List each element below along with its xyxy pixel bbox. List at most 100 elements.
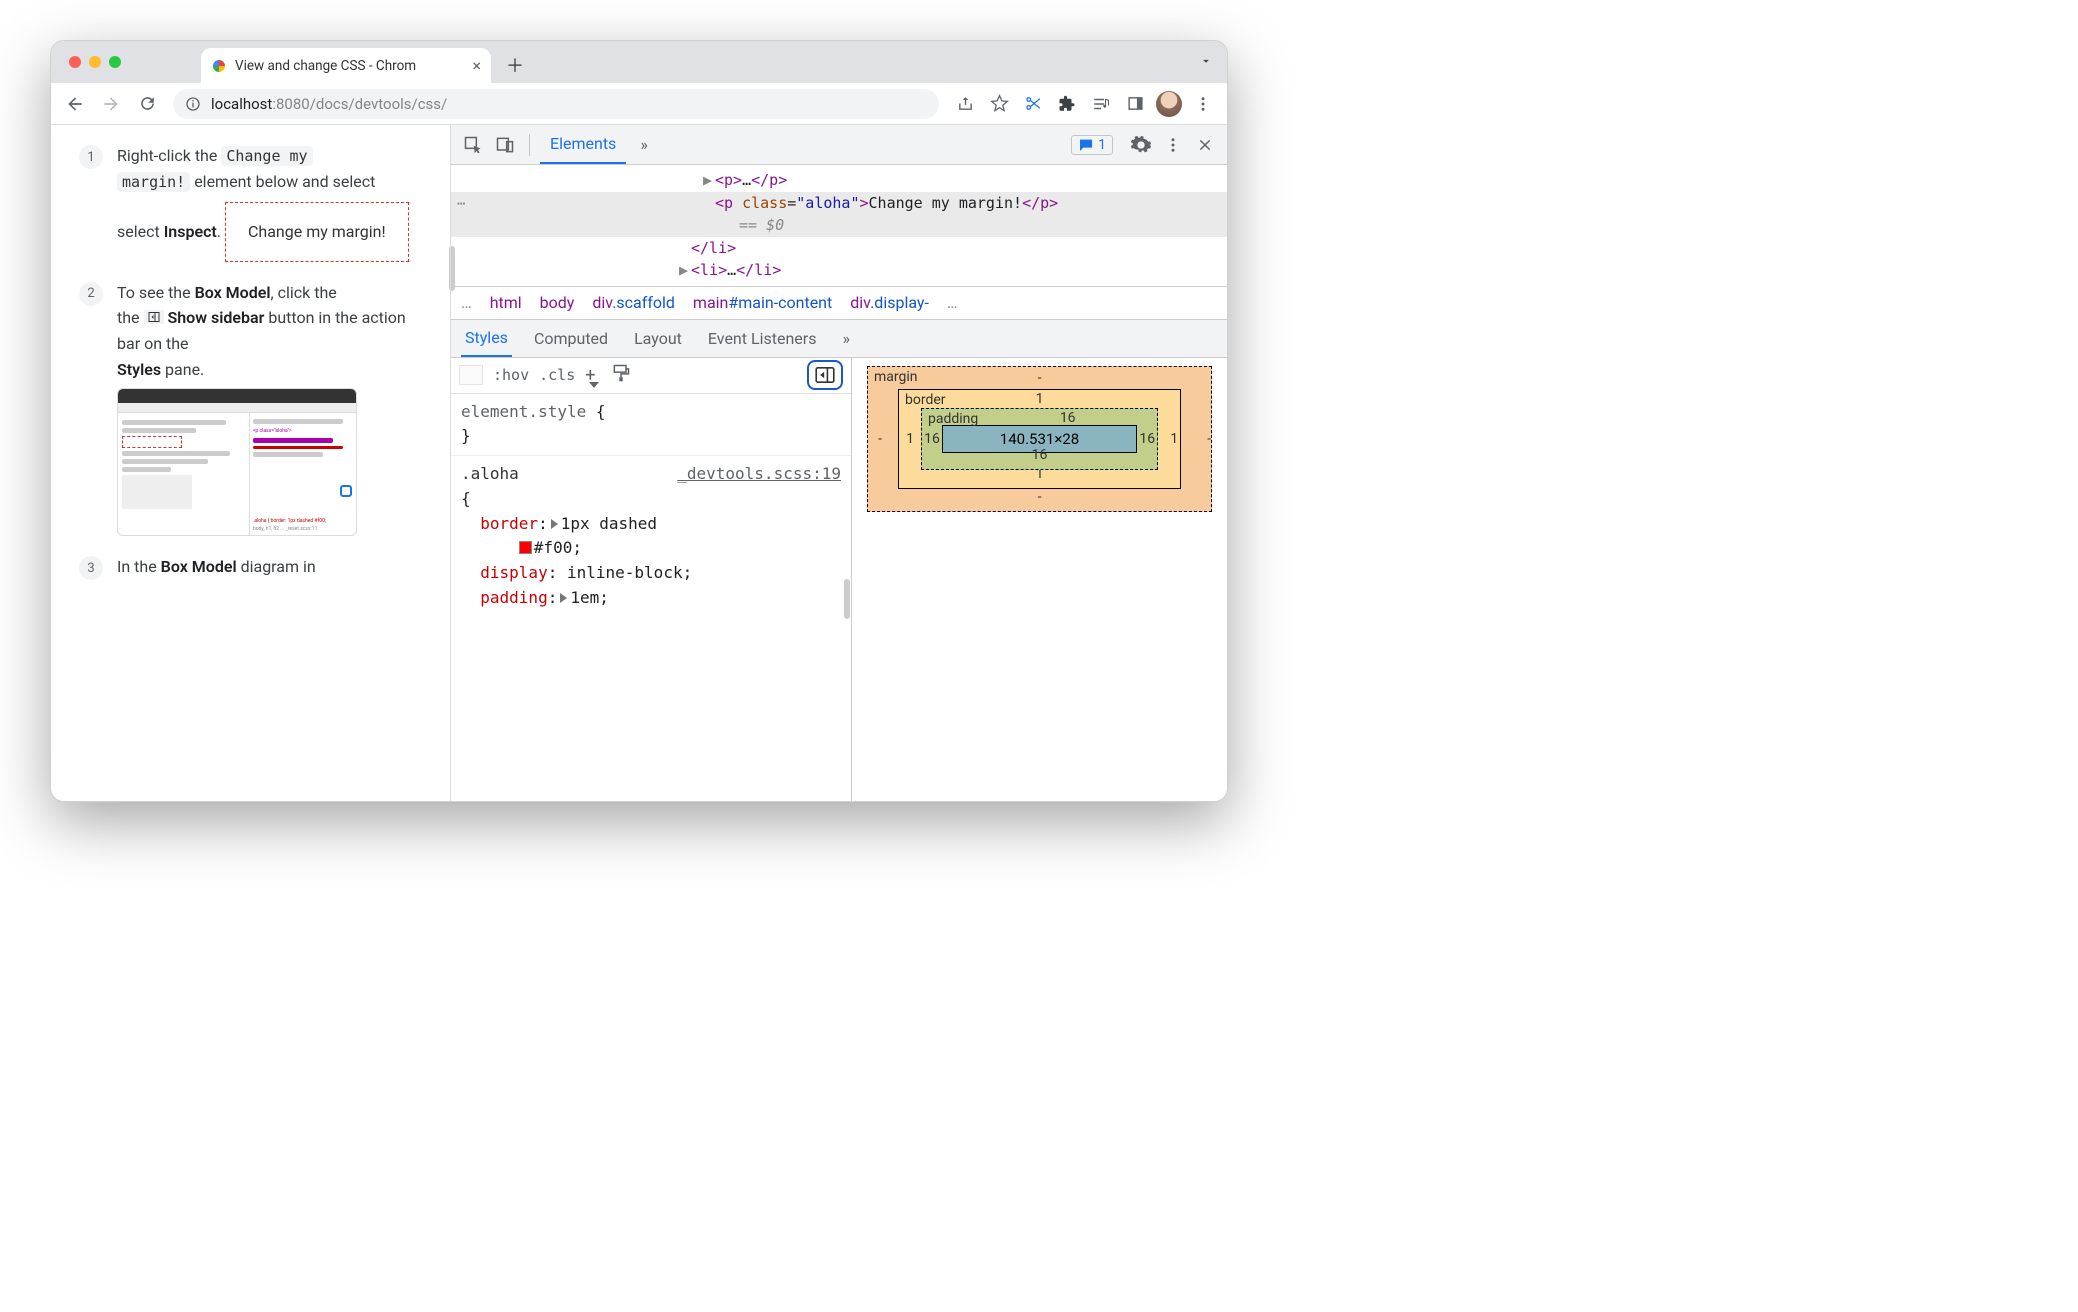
panel-icon	[1127, 95, 1144, 112]
reload-button[interactable]	[131, 88, 163, 120]
tab-search-button[interactable]	[1199, 53, 1213, 72]
code-chip: margin!	[117, 172, 190, 192]
scissors-icon	[1024, 94, 1043, 113]
reload-icon	[138, 94, 157, 113]
color-swatch[interactable]	[519, 541, 532, 554]
element-breadcrumb[interactable]: … html body div.scaffold main#main-conte…	[451, 286, 1227, 320]
browser-toolbar: localhost:8080/docs/devtools/css/	[51, 83, 1227, 125]
paint-icon	[611, 363, 631, 383]
step-number: 3	[79, 556, 103, 580]
tab-more-styles[interactable]: »	[838, 320, 854, 357]
new-tab-button[interactable]: ＋	[501, 51, 529, 79]
browser-tab[interactable]: View and change CSS - Chrom ×	[201, 48, 491, 83]
issues-button[interactable]: 1	[1071, 135, 1113, 155]
devtools-panel: Elements » 1 ▶<p>…</p> ⋯ <p class="aloha…	[451, 125, 1227, 801]
profile-button[interactable]	[1153, 88, 1185, 120]
scrollbar[interactable]	[844, 579, 850, 619]
message-icon	[1078, 137, 1094, 153]
star-icon	[990, 94, 1009, 113]
step-3: 3 In the Box Model diagram in	[79, 554, 432, 580]
styles-filter-bar: :hov .cls +	[451, 358, 851, 394]
tab-more[interactable]: »	[630, 125, 658, 164]
tab-title: View and change CSS - Chrom	[235, 58, 416, 74]
gear-icon	[1130, 134, 1152, 156]
device-icon	[495, 135, 515, 155]
styles-rules-pane: :hov .cls + element.style { }	[451, 358, 852, 802]
vertical-dots-icon	[1164, 136, 1182, 154]
inspect-element-button[interactable]	[459, 131, 487, 159]
show-sidebar-icon	[147, 311, 161, 323]
breadcrumb-item[interactable]: div.display-	[850, 293, 929, 312]
close-icon	[1197, 137, 1213, 153]
bookmark-button[interactable]	[983, 88, 1015, 120]
step-number: 2	[79, 282, 103, 306]
close-tab-button[interactable]: ×	[472, 58, 481, 74]
rule-source-link[interactable]: _devtools.scss:19	[677, 462, 841, 487]
breadcrumb-item[interactable]: html	[490, 293, 522, 312]
filter-input[interactable]	[459, 365, 483, 385]
example-element[interactable]: Change my margin!	[225, 202, 409, 262]
tab-event-listeners[interactable]: Event Listeners	[704, 320, 821, 357]
tab-styles[interactable]: Styles	[461, 320, 512, 357]
styles-body: :hov .cls + element.style { }	[451, 358, 1227, 802]
puzzle-icon	[1058, 95, 1076, 113]
cut-button[interactable]	[1017, 88, 1049, 120]
arrow-left-icon	[65, 94, 85, 114]
extensions-button[interactable]	[1051, 88, 1083, 120]
step-text: In the Box Model diagram in	[117, 554, 316, 580]
device-toolbar-button[interactable]	[491, 131, 519, 159]
screenshot-thumbnail: <p class="aloha"> .aloha { border: 1px d…	[117, 388, 357, 536]
address-bar[interactable]: localhost:8080/docs/devtools/css/	[173, 89, 939, 119]
tab-computed[interactable]: Computed	[530, 320, 612, 357]
style-rule[interactable]: element.style { }	[451, 394, 851, 456]
show-sidebar-button[interactable]	[807, 360, 843, 390]
style-rule[interactable]: .aloha _devtools.scss:19 { border:1px da…	[451, 456, 851, 617]
back-button[interactable]	[59, 88, 91, 120]
hov-button[interactable]: :hov	[493, 366, 529, 384]
close-window-button[interactable]	[69, 56, 81, 68]
page-content: 1 Right-click the Change my margin! elem…	[51, 125, 451, 801]
window-controls	[61, 56, 121, 68]
tab-elements[interactable]: Elements	[540, 125, 626, 164]
dom-tree[interactable]: ▶<p>…</p> ⋯ <p class="aloha">Change my m…	[451, 165, 1227, 286]
breadcrumb-item[interactable]: main#main-content	[693, 293, 832, 312]
music-note-icon	[1092, 95, 1110, 113]
box-model-padding[interactable]: padding 16 16 16 16 140.531×28	[921, 408, 1158, 470]
devtools-tabbar: Elements » 1	[451, 125, 1227, 165]
tab-strip: View and change CSS - Chrom × ＋	[51, 41, 1227, 83]
maximize-window-button[interactable]	[109, 56, 121, 68]
new-style-rule-button[interactable]: +	[585, 365, 595, 386]
minimize-window-button[interactable]	[89, 56, 101, 68]
favicon-icon	[211, 58, 227, 74]
rendering-button[interactable]	[611, 363, 631, 387]
arrow-right-icon	[101, 94, 121, 114]
forward-button[interactable]	[95, 88, 127, 120]
step-number: 1	[79, 145, 103, 169]
code-chip: Change my	[221, 146, 312, 166]
content-area: 1 Right-click the Change my margin! elem…	[51, 125, 1227, 801]
settings-button[interactable]	[1127, 131, 1155, 159]
breadcrumb-item[interactable]: div.scaffold	[592, 293, 675, 312]
breadcrumb-item[interactable]: body	[540, 293, 575, 312]
box-model-margin[interactable]: margin - - - - border 1 1 1 1 padding	[867, 366, 1212, 512]
sidepanel-button[interactable]	[1119, 88, 1151, 120]
share-icon	[957, 95, 974, 112]
media-button[interactable]	[1085, 88, 1117, 120]
cls-button[interactable]: .cls	[539, 366, 575, 384]
inspect-icon	[463, 135, 483, 155]
toolbar-actions	[949, 88, 1219, 120]
box-model-border[interactable]: border 1 1 1 1 padding 16 16 16 16	[898, 389, 1181, 489]
box-model-pane: margin - - - - border 1 1 1 1 padding	[852, 358, 1227, 802]
close-devtools-button[interactable]	[1191, 131, 1219, 159]
menu-button[interactable]	[1187, 88, 1219, 120]
selected-dom-node[interactable]: ⋯ <p class="aloha">Change my margin!</p>…	[451, 192, 1227, 237]
vertical-dots-icon	[1194, 95, 1212, 113]
share-button[interactable]	[949, 88, 981, 120]
more-menu-button[interactable]	[1159, 131, 1187, 159]
show-sidebar-icon	[815, 367, 835, 383]
url-text: localhost:8080/docs/devtools/css/	[211, 95, 447, 113]
tab-layout[interactable]: Layout	[630, 320, 686, 357]
step-text: Right-click the Change my margin! elemen…	[117, 143, 409, 262]
avatar-icon	[1156, 91, 1182, 117]
styles-tabbar: Styles Computed Layout Event Listeners »	[451, 320, 1227, 358]
